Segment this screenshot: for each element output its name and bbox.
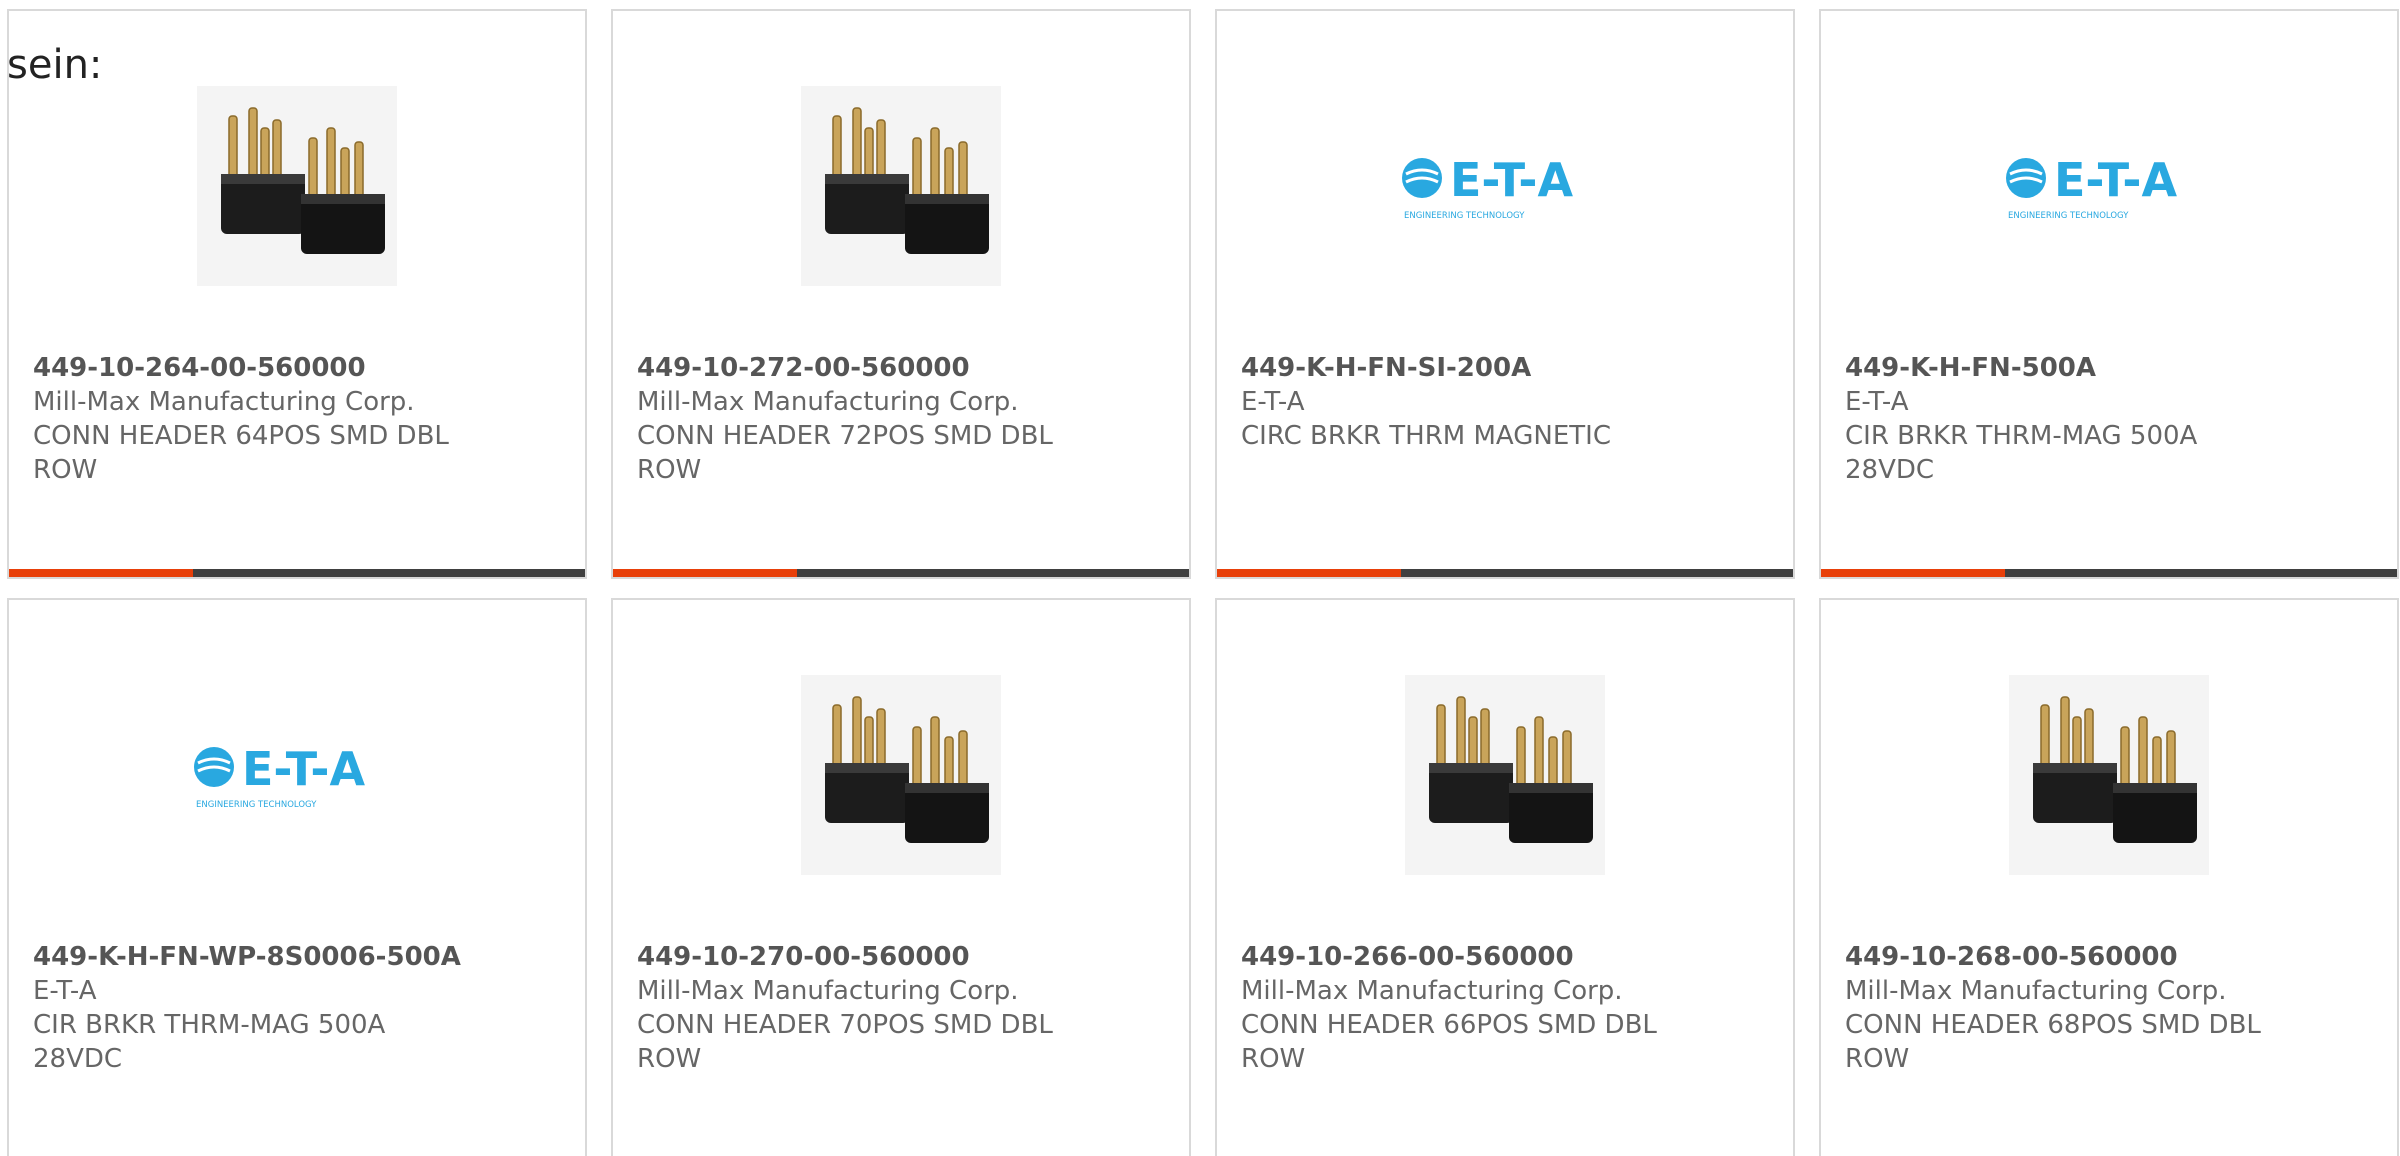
product-image[interactable]: [9, 86, 585, 286]
eta-logo-text: E-T-A: [1450, 153, 1573, 207]
eta-logo-text: E-T-A: [2054, 153, 2177, 207]
description-label: CONN HEADER 64POS SMD DBL ROW: [33, 421, 449, 485]
product-image[interactable]: [1217, 675, 1793, 875]
product-image[interactable]: E-T-A ENGINEERING TECHNOLOGY: [1821, 86, 2397, 286]
manufacturer-label: Mill-Max Manufacturing Corp.: [637, 976, 1019, 1006]
product-card[interactable]: E-T-A ENGINEERING TECHNOLOGY 449-K-H-FN-…: [7, 598, 587, 1156]
product-card[interactable]: 449-10-264-00-560000 Mill-Max Manufactur…: [7, 9, 587, 579]
manufacturer-label: Mill-Max Manufacturing Corp.: [1845, 976, 2227, 1006]
description-label: CIR BRKR THRM-MAG 500A 28VDC: [33, 1010, 386, 1074]
eta-logo-tagline: ENGINEERING TECHNOLOGY: [2008, 211, 2129, 221]
description-label: CONN HEADER 68POS SMD DBL ROW: [1845, 1010, 2261, 1074]
card-progress-bar: [1821, 569, 2397, 577]
eta-logo: E-T-A ENGINEERING TECHNOLOGY: [2006, 153, 2177, 221]
manufacturer-label: E-T-A: [1241, 387, 1305, 417]
description-label: CIRC BRKR THRM MAGNETIC: [1241, 421, 1611, 451]
eta-logo: E-T-A ENGINEERING TECHNOLOGY: [1402, 153, 1573, 221]
product-card[interactable]: 449-10-266-00-560000 Mill-Max Manufactur…: [1215, 598, 1795, 1156]
manufacturer-label: E-T-A: [1845, 387, 1909, 417]
product-card[interactable]: E-T-A ENGINEERING TECHNOLOGY 449-K-H-FN-…: [1819, 9, 2399, 579]
connector-header-icon: [1405, 675, 1605, 875]
product-image[interactable]: [613, 675, 1189, 875]
product-card[interactable]: 449-10-272-00-560000 Mill-Max Manufactur…: [611, 9, 1191, 579]
product-image[interactable]: E-T-A ENGINEERING TECHNOLOGY: [9, 675, 585, 875]
connector-header-icon: [801, 675, 1001, 875]
part-number-link[interactable]: 449-10-264-00-560000: [33, 351, 463, 385]
connector-header-icon: [2009, 675, 2209, 875]
description-label: CONN HEADER 72POS SMD DBL ROW: [637, 421, 1053, 485]
manufacturer-label: Mill-Max Manufacturing Corp.: [33, 387, 415, 417]
product-image[interactable]: E-T-A ENGINEERING TECHNOLOGY: [1217, 86, 1793, 286]
product-card[interactable]: 449-10-268-00-560000 Mill-Max Manufactur…: [1819, 598, 2399, 1156]
connector-header-icon: [197, 86, 397, 286]
eta-logo-tagline: ENGINEERING TECHNOLOGY: [196, 800, 317, 810]
part-number-link[interactable]: 449-K-H-FN-WP-8S0006-500A: [33, 940, 463, 974]
description-label: CONN HEADER 66POS SMD DBL ROW: [1241, 1010, 1657, 1074]
product-card[interactable]: E-T-A ENGINEERING TECHNOLOGY 449-K-H-FN-…: [1215, 9, 1795, 579]
card-progress-accent: [1821, 569, 2006, 577]
description-label: CONN HEADER 70POS SMD DBL ROW: [637, 1010, 1053, 1074]
connector-header-icon: [801, 86, 1001, 286]
eta-logo-tagline: ENGINEERING TECHNOLOGY: [1404, 211, 1525, 221]
card-progress-accent: [1217, 569, 1402, 577]
product-image[interactable]: [1821, 675, 2397, 875]
product-card[interactable]: 449-10-270-00-560000 Mill-Max Manufactur…: [611, 598, 1191, 1156]
card-progress-bar: [9, 569, 585, 577]
eta-logo: E-T-A ENGINEERING TECHNOLOGY: [194, 742, 365, 810]
card-progress-bar: [613, 569, 1189, 577]
product-image[interactable]: [613, 86, 1189, 286]
manufacturer-label: Mill-Max Manufacturing Corp.: [637, 387, 1019, 417]
description-label: CIR BRKR THRM-MAG 500A 28VDC: [1845, 421, 2198, 485]
part-number-link[interactable]: 449-10-270-00-560000: [637, 940, 1067, 974]
part-number-link[interactable]: 449-10-268-00-560000: [1845, 940, 2275, 974]
product-grid: 449-10-264-00-560000 Mill-Max Manufactur…: [7, 9, 2400, 1156]
part-number-link[interactable]: 449-10-266-00-560000: [1241, 940, 1671, 974]
part-number-link[interactable]: 449-K-H-FN-SI-200A: [1241, 351, 1671, 385]
intro-text: sein:: [7, 42, 103, 88]
part-number-link[interactable]: 449-K-H-FN-500A: [1845, 351, 2275, 385]
card-progress-accent: [613, 569, 798, 577]
eta-logo-text: E-T-A: [242, 742, 365, 796]
part-number-link[interactable]: 449-10-272-00-560000: [637, 351, 1067, 385]
manufacturer-label: Mill-Max Manufacturing Corp.: [1241, 976, 1623, 1006]
card-progress-accent: [9, 569, 194, 577]
card-progress-bar: [1217, 569, 1793, 577]
manufacturer-label: E-T-A: [33, 976, 97, 1006]
